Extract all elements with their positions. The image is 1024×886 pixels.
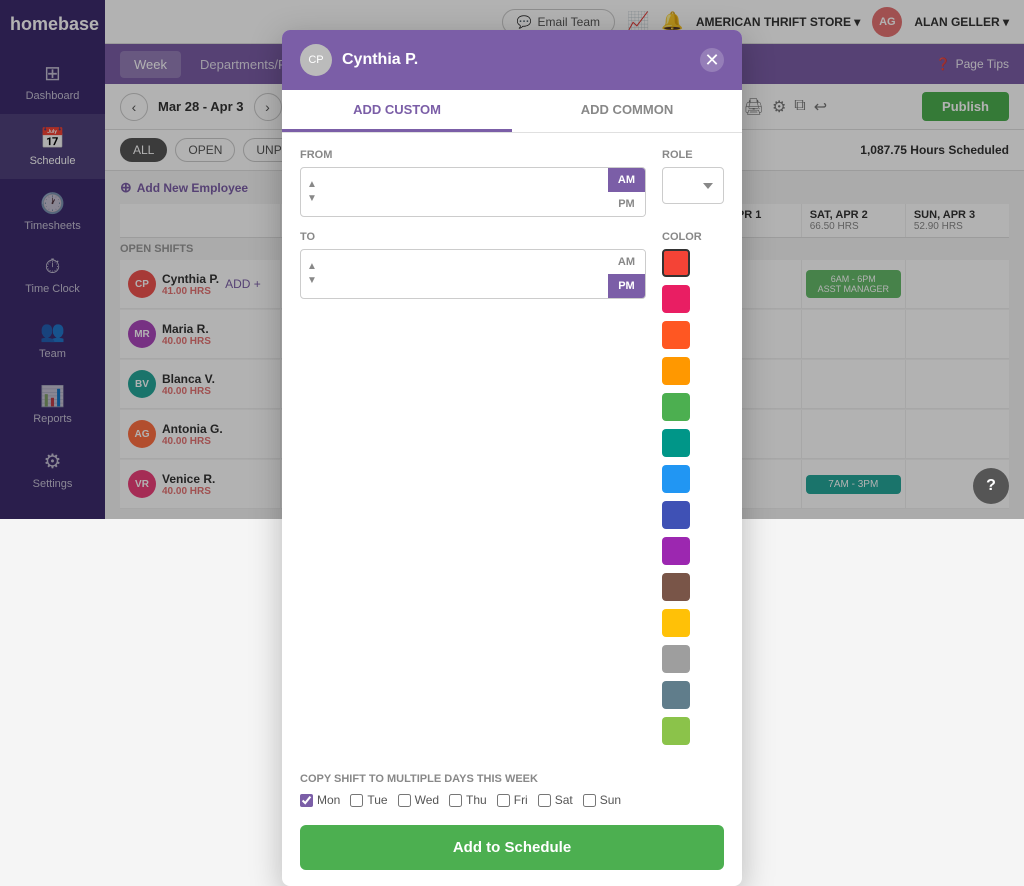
color-group: COLOR: [662, 231, 724, 745]
modal-header: CP Cynthia P. ✕: [282, 30, 742, 90]
from-am-button[interactable]: AM: [608, 168, 645, 192]
modal-avatar: CP: [300, 44, 332, 76]
to-label: TO: [300, 231, 646, 243]
tab-add-common[interactable]: ADD COMMON: [512, 90, 742, 132]
days-row: Mon Tue Wed Thu Fri Sat Sun: [300, 793, 724, 807]
day-input-wed[interactable]: [398, 794, 411, 807]
day-label-fri: Fri: [514, 793, 528, 807]
color-option-2[interactable]: [662, 321, 690, 349]
day-checkbox-mon[interactable]: Mon: [300, 793, 340, 807]
color-option-1[interactable]: [662, 285, 690, 313]
from-ampm: AM PM: [608, 168, 645, 216]
day-checkbox-wed[interactable]: Wed: [398, 793, 439, 807]
color-option-8[interactable]: [662, 537, 690, 565]
day-input-fri[interactable]: [497, 794, 510, 807]
day-label-thu: Thu: [466, 793, 487, 807]
tab-add-custom[interactable]: ADD CUSTOM: [282, 90, 512, 132]
from-arrows: ▲ ▼: [301, 178, 323, 206]
to-am-button[interactable]: AM: [608, 250, 645, 274]
day-checkbox-sun[interactable]: Sun: [583, 793, 621, 807]
from-time-input: ▲ ▼ 09:00 AM PM: [300, 167, 646, 217]
to-time-value[interactable]: 05:00: [323, 255, 608, 294]
color-option-10[interactable]: [662, 609, 690, 637]
day-input-thu[interactable]: [449, 794, 462, 807]
role-group: ROLE: [662, 149, 724, 217]
color-option-0[interactable]: [662, 249, 690, 277]
time-role-row: FROM ▲ ▼ 09:00 AM PM: [300, 149, 724, 217]
day-label-mon: Mon: [317, 793, 340, 807]
role-select[interactable]: [662, 167, 724, 204]
add-shift-modal: CP Cynthia P. ✕ ADD CUSTOM ADD COMMON FR…: [282, 30, 742, 886]
to-down-arrow[interactable]: ▼: [307, 274, 317, 288]
day-checkbox-fri[interactable]: Fri: [497, 793, 528, 807]
from-label: FROM: [300, 149, 646, 161]
role-label: ROLE: [662, 149, 724, 161]
color-label: COLOR: [662, 231, 724, 243]
modal-overlay: CP Cynthia P. ✕ ADD CUSTOM ADD COMMON FR…: [0, 0, 1024, 519]
color-option-7[interactable]: [662, 501, 690, 529]
day-label-wed: Wed: [415, 793, 439, 807]
color-option-6[interactable]: [662, 465, 690, 493]
color-option-4[interactable]: [662, 393, 690, 421]
day-input-mon[interactable]: [300, 794, 313, 807]
color-option-11[interactable]: [662, 645, 690, 673]
to-group: TO ▲ ▼ 05:00 AM PM: [300, 231, 646, 759]
color-row: [662, 249, 724, 745]
day-input-sun[interactable]: [583, 794, 596, 807]
color-option-3[interactable]: [662, 357, 690, 385]
day-label-sat: Sat: [555, 793, 573, 807]
from-pm-button[interactable]: PM: [608, 192, 645, 216]
help-button[interactable]: ?: [973, 468, 1009, 504]
close-button[interactable]: ✕: [700, 48, 724, 72]
color-option-13[interactable]: [662, 717, 690, 745]
to-time-input: ▲ ▼ 05:00 AM PM: [300, 249, 646, 299]
day-checkbox-thu[interactable]: Thu: [449, 793, 487, 807]
day-label-tue: Tue: [367, 793, 387, 807]
to-ampm: AM PM: [608, 250, 645, 298]
to-pm-button[interactable]: PM: [608, 274, 645, 298]
from-group: FROM ▲ ▼ 09:00 AM PM: [300, 149, 646, 217]
color-option-12[interactable]: [662, 681, 690, 709]
from-down-arrow[interactable]: ▼: [307, 192, 317, 206]
day-input-sat[interactable]: [538, 794, 551, 807]
day-label-sun: Sun: [600, 793, 621, 807]
from-time-value[interactable]: 09:00: [323, 173, 608, 212]
day-input-tue[interactable]: [350, 794, 363, 807]
modal-title: Cynthia P.: [342, 51, 690, 69]
add-to-schedule-button[interactable]: Add to Schedule: [300, 825, 724, 870]
day-checkbox-sat[interactable]: Sat: [538, 793, 573, 807]
copy-section: COPY SHIFT TO MULTIPLE DAYS THIS WEEK Mo…: [300, 773, 724, 807]
to-up-arrow[interactable]: ▲: [307, 260, 317, 274]
modal-body: FROM ▲ ▼ 09:00 AM PM: [282, 133, 742, 886]
copy-label: COPY SHIFT TO MULTIPLE DAYS THIS WEEK: [300, 773, 724, 785]
day-checkbox-tue[interactable]: Tue: [350, 793, 387, 807]
to-arrows: ▲ ▼: [301, 260, 323, 288]
color-option-5[interactable]: [662, 429, 690, 457]
color-option-9[interactable]: [662, 573, 690, 601]
to-color-row: TO ▲ ▼ 05:00 AM PM CO: [300, 231, 724, 759]
from-up-arrow[interactable]: ▲: [307, 178, 317, 192]
modal-tabs: ADD CUSTOM ADD COMMON: [282, 90, 742, 133]
